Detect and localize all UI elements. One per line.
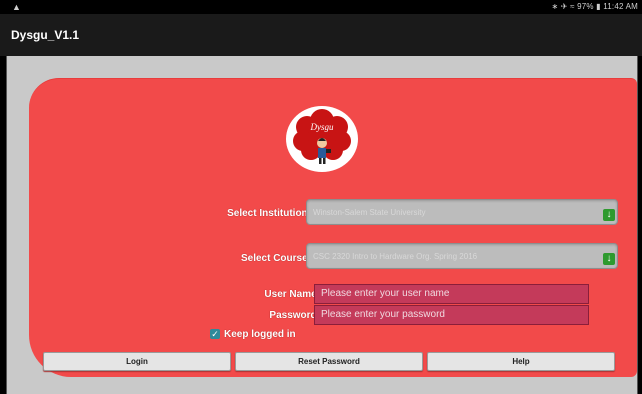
- arrow-down-icon: ↓: [603, 209, 615, 221]
- username-input[interactable]: Please enter your user name: [314, 284, 589, 304]
- course-select[interactable]: CSC 2320 Intro to Hardware Org. Spring 2…: [306, 243, 618, 269]
- app-title: Dysgu_V1.1: [11, 28, 80, 42]
- status-indicators: ∗ ✈ ≈ 97% ▮ 11:42 AM: [551, 2, 638, 11]
- password-input[interactable]: Please enter your password: [314, 305, 589, 325]
- logo-text: Dysgu: [310, 122, 334, 132]
- dysgu-logo-icon: Dysgu: [286, 106, 358, 172]
- keep-logged-in-label: Keep logged in: [224, 329, 296, 340]
- username-label: User Name:: [264, 289, 320, 300]
- course-value: CSC 2320 Intro to Hardware Org. Spring 2…: [313, 252, 478, 261]
- arrow-down-icon: ↓: [603, 253, 615, 265]
- login-card: Dysgu Select Institution: Winston-Salem …: [29, 78, 637, 377]
- password-label: Password:: [269, 310, 320, 321]
- reset-password-button[interactable]: Reset Password: [235, 352, 423, 371]
- institution-label: Select Institution:: [227, 208, 311, 219]
- warning-icon: ▲: [12, 2, 21, 12]
- institution-select[interactable]: Winston-Salem State University ↓: [306, 199, 618, 225]
- app-bar: Dysgu_V1.1: [0, 14, 642, 56]
- content-area: Dysgu Select Institution: Winston-Salem …: [6, 56, 638, 394]
- keep-logged-in-checkbox[interactable]: ✓: [210, 329, 220, 339]
- course-label: Select Course:: [240, 253, 311, 264]
- institution-value: Winston-Salem State University: [313, 208, 426, 217]
- status-bar: ▲ ∗ ✈ ≈ 97% ▮ 11:42 AM: [0, 0, 642, 14]
- login-button[interactable]: Login: [43, 352, 231, 371]
- help-button[interactable]: Help: [427, 352, 615, 371]
